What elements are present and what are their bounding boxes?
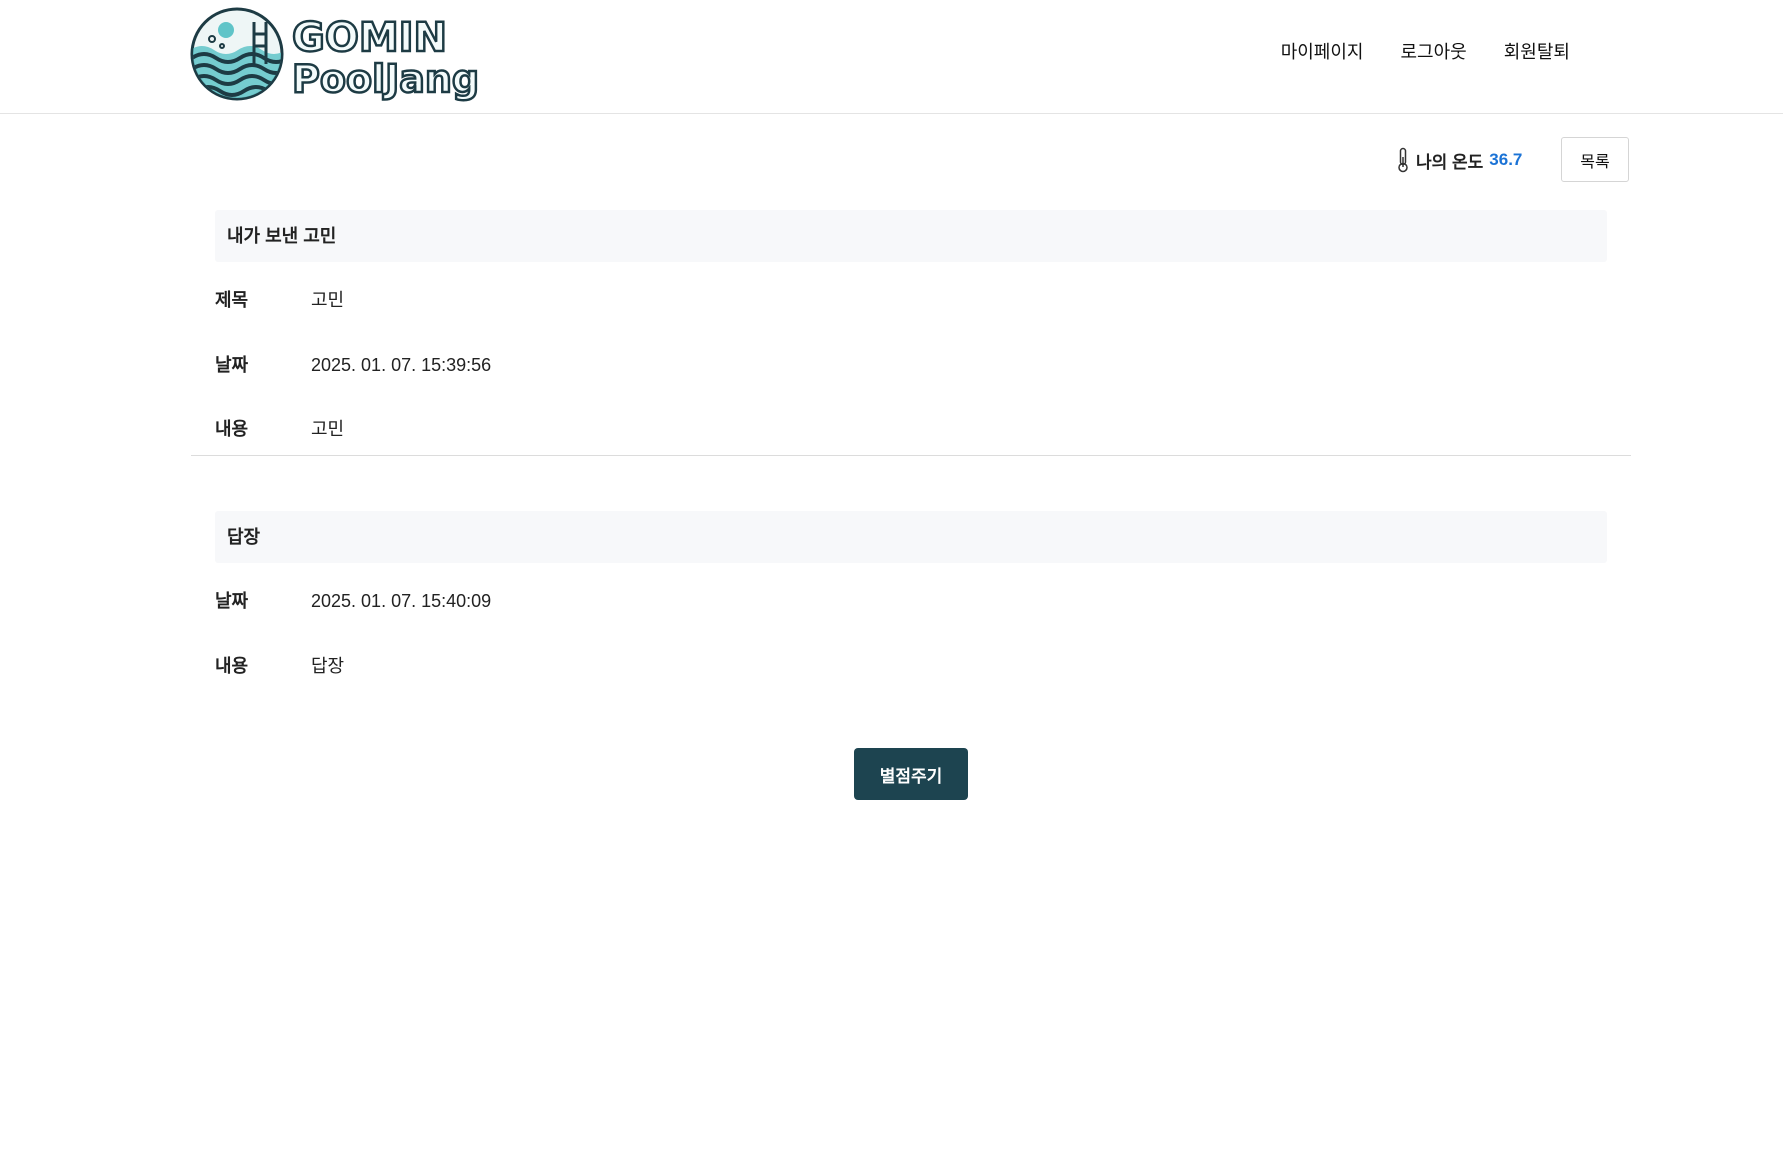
nav-withdraw-link[interactable]: 회원탈퇴 (1504, 38, 1570, 64)
reply-section-heading: 답장 (215, 511, 1607, 563)
reply-date-label: 날짜 (215, 591, 249, 611)
rate-button[interactable]: 별점주기 (854, 748, 968, 800)
site-header: GOMIN PoolJang 마이페이지 로그아웃 회원탈퇴 (0, 0, 1783, 114)
reply-content-row: 내용 답장 (215, 654, 344, 678)
brand-line1: GOMIN (292, 15, 447, 61)
nav-mypage-link[interactable]: 마이페이지 (1281, 38, 1364, 64)
temperature-value: 36.7 (1489, 150, 1523, 169)
temperature-indicator: 나의 온도 36.7 (1396, 147, 1522, 173)
sent-section-heading: 내가 보낸 고민 (215, 210, 1607, 262)
sent-date-label: 날짜 (215, 355, 249, 375)
reply-content-value: 답장 (311, 656, 345, 676)
reply-content-label: 내용 (215, 656, 249, 676)
sent-title-value: 고민 (311, 290, 345, 310)
temperature-label: 나의 온도 (1416, 152, 1484, 172)
list-button[interactable]: 목록 (1561, 137, 1629, 182)
sent-content-value: 고민 (311, 419, 345, 439)
sent-date-value: 2025. 01. 07. 15:39:56 (311, 355, 492, 375)
sent-title-row: 제목 고민 (215, 288, 344, 312)
sent-content-row: 내용 고민 (215, 417, 344, 441)
sent-title-label: 제목 (215, 290, 249, 310)
reply-date-row: 날짜 2025. 01. 07. 15:40:09 (215, 589, 491, 613)
nav-logout-link[interactable]: 로그아웃 (1401, 38, 1467, 64)
sent-date-row: 날짜 2025. 01. 07. 15:39:56 (215, 353, 491, 377)
brand-logo[interactable]: GOMIN PoolJang (190, 6, 490, 102)
top-nav: 마이페이지 로그아웃 회원탈퇴 (1281, 38, 1570, 64)
section-divider (191, 455, 1631, 456)
sent-content-label: 내용 (215, 419, 249, 439)
pool-logo-icon: GOMIN PoolJang (190, 7, 480, 102)
reply-date-value: 2025. 01. 07. 15:40:09 (311, 591, 492, 611)
thermometer-icon (1398, 147, 1408, 173)
brand-line2: PoolJang (292, 57, 479, 101)
